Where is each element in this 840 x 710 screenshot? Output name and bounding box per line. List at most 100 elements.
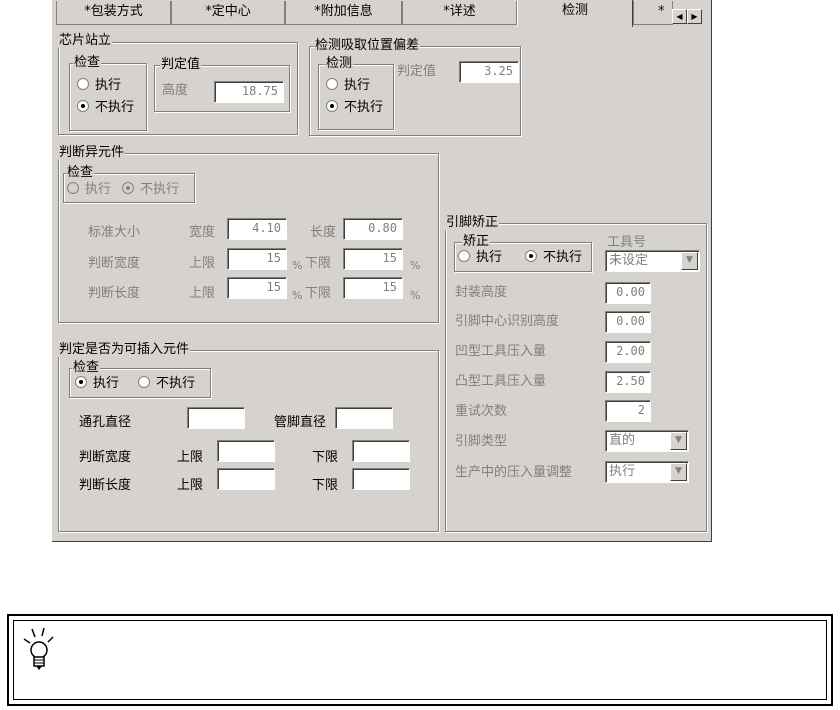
radio-label: 执行 xyxy=(95,78,122,93)
abnormal-title: 判断异元件 xyxy=(58,145,126,160)
tab-label: *包装方式 xyxy=(84,4,143,19)
radio-selected-icon xyxy=(525,250,537,262)
radio-selected-icon xyxy=(122,182,134,194)
width-lower-label: 下限 xyxy=(305,256,332,271)
radio-icon xyxy=(67,182,79,194)
width-upper-label: 上限 xyxy=(189,256,216,271)
std-length-field[interactable]: 0.80 xyxy=(343,218,403,240)
chevron-down-icon[interactable]: ▼ xyxy=(670,432,687,450)
percent-label: % xyxy=(292,289,303,302)
insert-width-upper-label: 上限 xyxy=(177,450,204,465)
insert-execute-radio[interactable]: 执行 xyxy=(75,376,119,392)
tab-label: * xyxy=(658,4,665,19)
length-label: 长度 xyxy=(310,225,337,240)
judge-value-label: 判定值 xyxy=(397,64,437,79)
radio-label: 执行 xyxy=(476,250,503,265)
insert-length-upper-field[interactable] xyxy=(217,468,275,490)
package-height-field[interactable]: 0.00 xyxy=(605,282,651,304)
radio-label: 执行 xyxy=(93,376,120,391)
radio-selected-icon xyxy=(75,376,87,388)
lead-center-height-field[interactable]: 0.00 xyxy=(605,311,651,333)
width-upper-field[interactable]: 15 xyxy=(227,248,287,270)
insert-length-lower-field[interactable] xyxy=(352,468,410,490)
radio-label: 不执行 xyxy=(156,376,196,391)
tab-label: 检测 xyxy=(561,3,588,18)
tab-centering[interactable]: *定中心 xyxy=(171,1,285,25)
chip-stand-judge-title: 判定值 xyxy=(160,57,202,72)
judge-width-label: 判断宽度 xyxy=(88,256,141,271)
std-size-label: 标准大小 xyxy=(88,225,141,240)
hole-diameter-field[interactable] xyxy=(187,407,245,429)
note-box-inner xyxy=(13,620,827,700)
radio-label: 执行 xyxy=(344,78,371,93)
tab-detection[interactable]: 检测 xyxy=(517,0,633,27)
insert-title: 判定是否为可插入元件 xyxy=(58,342,191,357)
lead-execute-radio[interactable]: 执行 xyxy=(458,250,502,266)
lead-correct-title: 矫正 xyxy=(462,234,491,249)
tab-additional-info[interactable]: *附加信息 xyxy=(285,1,402,25)
lead-type-select[interactable]: 直的 ▼ xyxy=(605,430,689,452)
tool-number-select[interactable]: 未设定 ▼ xyxy=(605,250,700,272)
lead-not-execute-radio[interactable]: 不执行 xyxy=(525,250,582,266)
tab-scroll-right-icon[interactable]: ▶ xyxy=(687,9,702,24)
chevron-down-icon[interactable]: ▼ xyxy=(681,252,698,270)
length-upper-field[interactable]: 15 xyxy=(227,277,287,299)
lead-correction-title: 引脚矫正 xyxy=(445,215,500,230)
insert-length-lower-label: 下限 xyxy=(312,478,339,493)
pick-offset-title: 检测吸取位置偏差 xyxy=(314,38,421,53)
tab-label: *定中心 xyxy=(205,4,251,19)
chip-stand-execute-radio[interactable]: 执行 xyxy=(77,78,121,94)
pick-offset-not-execute-radio[interactable]: 不执行 xyxy=(326,100,383,116)
width-lower-field[interactable]: 15 xyxy=(343,248,403,270)
concave-press-field[interactable]: 2.00 xyxy=(605,341,651,363)
convex-press-field[interactable]: 2.50 xyxy=(605,371,651,393)
tab-packaging[interactable]: *包装方式 xyxy=(56,1,171,25)
pin-diameter-field[interactable] xyxy=(335,407,393,429)
pick-offset-detect-title: 检测 xyxy=(325,56,354,71)
lead-center-height-label: 引脚中心识别高度 xyxy=(455,314,560,329)
chevron-down-icon[interactable]: ▼ xyxy=(670,463,687,481)
chip-stand-title: 芯片站立 xyxy=(58,33,113,48)
press-adjust-label: 生产中的压入量调整 xyxy=(455,465,573,480)
insert-width-lower-label: 下限 xyxy=(312,450,339,465)
radio-label: 不执行 xyxy=(344,100,384,115)
abnormal-execute-radio[interactable]: 执行 xyxy=(67,182,111,198)
insert-length-upper-label: 上限 xyxy=(177,478,204,493)
tab-more[interactable]: * xyxy=(633,1,673,25)
tab-scroll-left-icon[interactable]: ◀ xyxy=(672,9,687,24)
insert-width-lower-field[interactable] xyxy=(352,440,410,462)
convex-press-label: 凸型工具压入量 xyxy=(455,374,547,389)
insert-width-upper-field[interactable] xyxy=(217,440,275,462)
radio-label: 执行 xyxy=(85,182,112,197)
radio-label: 不执行 xyxy=(543,250,583,265)
detection-dialog: *包装方式 *定中心 *附加信息 *详述 检测 * ◀ ▶ 芯片站立 检查 执行… xyxy=(52,0,712,542)
pick-offset-detect-group xyxy=(318,64,394,130)
radio-icon xyxy=(138,376,150,388)
tab-details[interactable]: *详述 xyxy=(402,1,517,25)
percent-label: % xyxy=(410,289,421,302)
chip-stand-check-group xyxy=(69,63,147,131)
radio-selected-icon xyxy=(326,100,338,112)
lightbulb-icon xyxy=(23,627,54,670)
chip-stand-not-execute-radio[interactable]: 不执行 xyxy=(77,100,134,116)
percent-label: % xyxy=(292,259,303,272)
insert-check-title: 检查 xyxy=(72,360,101,375)
judge-value-field[interactable]: 3.25 xyxy=(459,61,519,83)
concave-press-label: 凹型工具压入量 xyxy=(455,344,547,359)
insert-judge-width-label: 判断宽度 xyxy=(79,450,132,465)
std-width-field[interactable]: 4.10 xyxy=(227,218,287,240)
insert-judge-length-label: 判断长度 xyxy=(79,478,132,493)
note-box xyxy=(7,614,833,706)
insert-not-execute-radio[interactable]: 不执行 xyxy=(138,376,195,392)
length-lower-field[interactable]: 15 xyxy=(343,277,403,299)
abnormal-not-execute-radio[interactable]: 不执行 xyxy=(122,182,179,198)
radio-selected-icon xyxy=(77,100,89,112)
press-adjust-select[interactable]: 执行 ▼ xyxy=(605,461,689,483)
select-value: 未设定 xyxy=(609,253,649,268)
height-field[interactable]: 18.75 xyxy=(214,81,284,103)
tab-label: *详述 xyxy=(443,4,476,19)
retry-count-label: 重试次数 xyxy=(455,404,508,419)
percent-label: % xyxy=(410,259,421,272)
pick-offset-execute-radio[interactable]: 执行 xyxy=(326,78,370,94)
retry-count-field[interactable]: 2 xyxy=(605,400,651,422)
